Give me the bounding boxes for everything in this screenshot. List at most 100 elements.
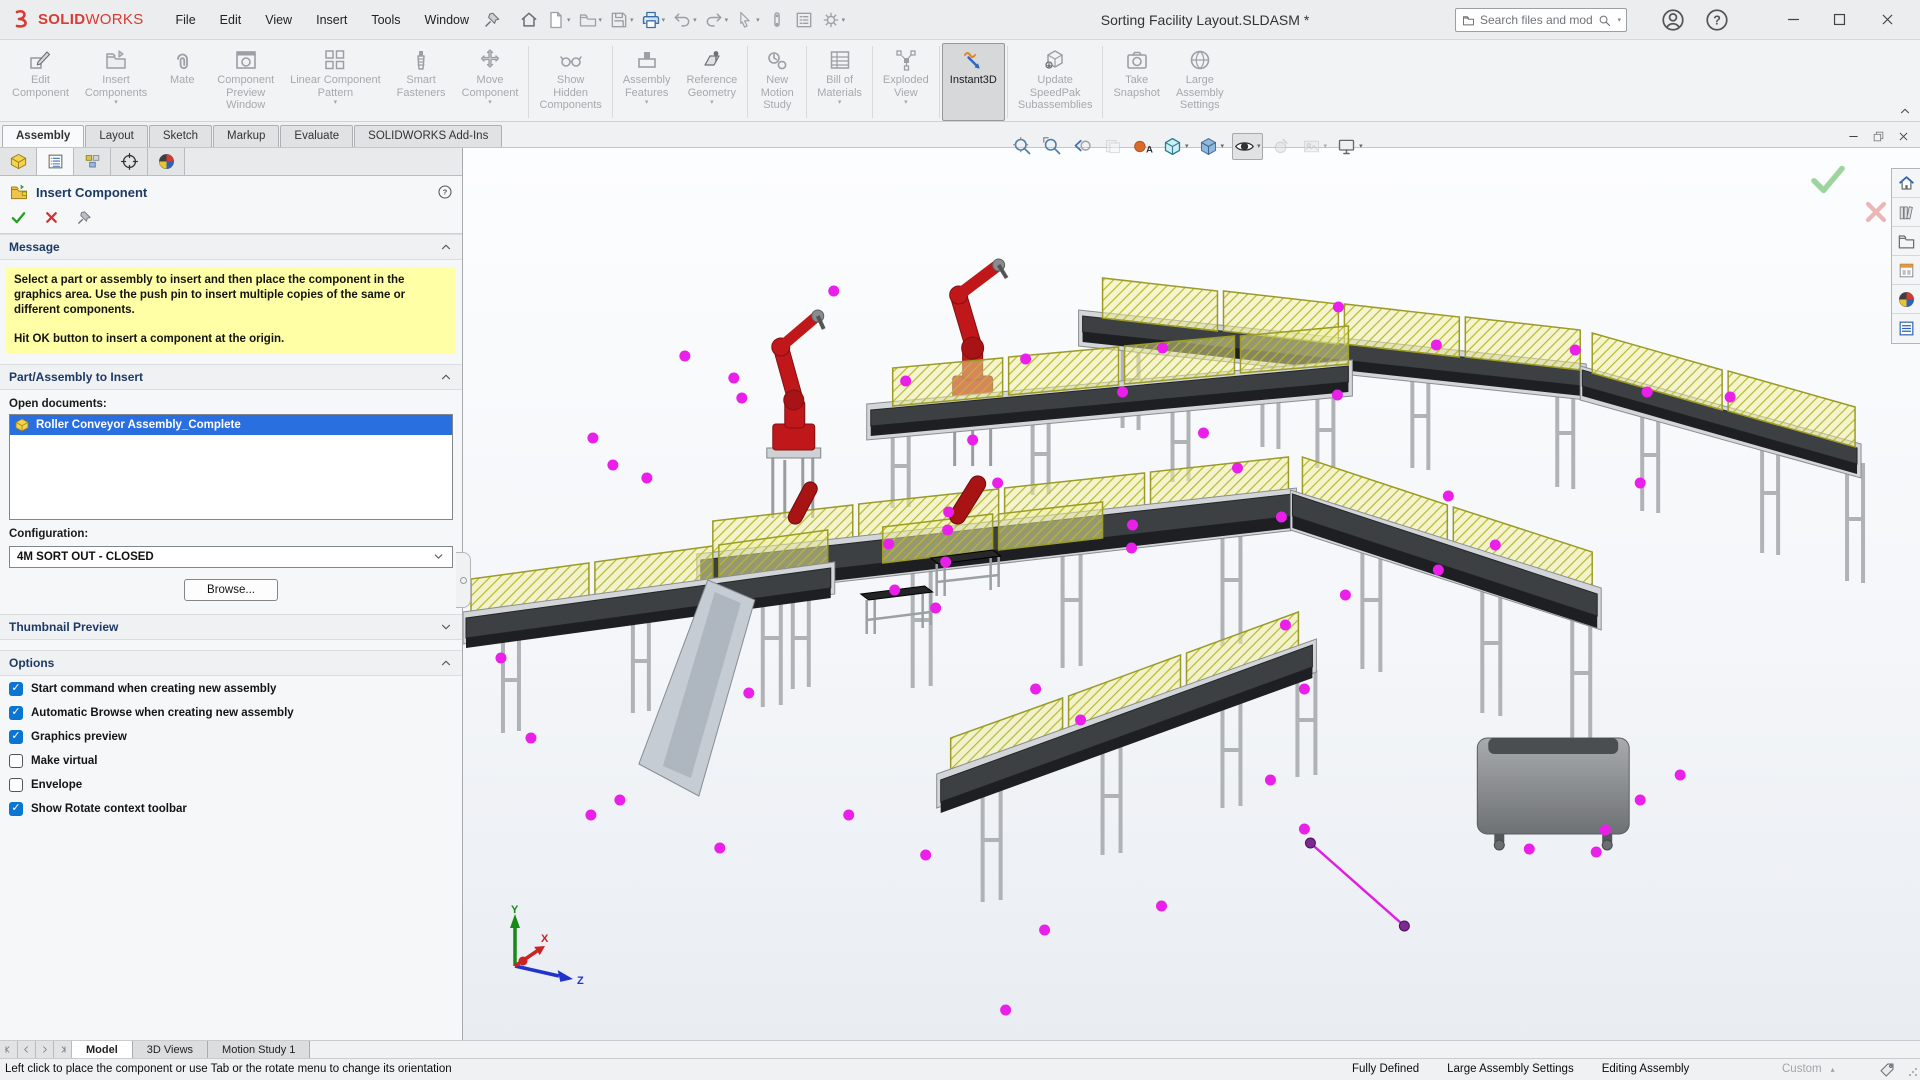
window-maximize-button[interactable]	[1824, 11, 1854, 29]
option-envelope[interactable]: Envelope	[9, 777, 453, 792]
cancel-button[interactable]	[43, 209, 60, 226]
status-custom-dropdown[interactable]: Custom ▴	[1782, 1063, 1835, 1075]
dropdown-caret[interactable]: ▾	[904, 99, 908, 107]
dimxpert-tab[interactable]	[111, 148, 148, 175]
confirmation-cancel-icon[interactable]	[1858, 196, 1894, 228]
dropdown-caret[interactable]: ▾	[710, 99, 714, 107]
edit-appearance-button[interactable]	[1270, 134, 1293, 159]
open-documents-list[interactable]: Roller Conveyor Assembly_Complete	[9, 413, 453, 520]
menu-view[interactable]: View	[255, 8, 302, 32]
display-manager-tab[interactable]	[148, 148, 185, 175]
tab-solidworks-add-ins[interactable]: SOLIDWORKS Add-Ins	[354, 125, 503, 147]
collapse-message-chevron[interactable]	[439, 240, 453, 254]
checkbox[interactable]: ✓	[9, 681, 23, 696]
dropdown-caret[interactable]: ▾	[725, 16, 729, 24]
checkbox[interactable]	[9, 777, 23, 792]
assembly-features-button[interactable]: Assembly Features ▾	[615, 43, 679, 121]
dropdown-caret[interactable]: ▾	[334, 99, 338, 107]
open-document-button[interactable]: ▾	[576, 8, 605, 32]
move-component-button[interactable]: Move Component ▾	[454, 43, 527, 121]
dropdown-caret[interactable]: ▾	[1257, 142, 1261, 150]
properties-button[interactable]	[792, 8, 816, 32]
stylus-button[interactable]	[765, 8, 789, 32]
view-orientation-button[interactable]: ▾	[1161, 134, 1190, 159]
zoom-to-area-button[interactable]	[1041, 134, 1064, 159]
tab-first-button[interactable]	[0, 1041, 18, 1058]
search-input[interactable]	[1480, 13, 1594, 27]
section-view-button[interactable]	[1101, 134, 1124, 159]
menu-edit[interactable]: Edit	[210, 8, 252, 32]
previous-view-button[interactable]	[1071, 134, 1094, 159]
checkbox[interactable]: ✓	[9, 801, 23, 816]
status-custom-caret[interactable]: ▴	[1831, 1065, 1835, 1074]
search-icon[interactable]	[1597, 13, 1612, 28]
help-icon[interactable]: ?	[1704, 7, 1730, 33]
configuration-select-chevron[interactable]	[432, 550, 445, 563]
dropdown-caret[interactable]: ▾	[645, 99, 649, 107]
new-motion-study-button[interactable]: New Motion Study	[750, 43, 804, 121]
taskpane-design-library-tab[interactable]	[1892, 198, 1920, 227]
window-close-button[interactable]	[1872, 11, 1902, 29]
pm-help-icon[interactable]: ?	[437, 184, 453, 200]
graphics-area[interactable]: A ▾ ▾ ▾ ▾ ▾ Y Z X	[463, 132, 1920, 1040]
menu-insert[interactable]: Insert	[306, 8, 357, 32]
feature-manager-tab[interactable]	[0, 148, 37, 175]
dropdown-caret[interactable]: ▾	[1324, 142, 1328, 150]
option-make-virtual[interactable]: Make virtual	[9, 753, 453, 768]
tab-prev-button[interactable]	[18, 1041, 36, 1058]
dropdown-caret[interactable]: ▾	[630, 16, 634, 24]
dropdown-caret[interactable]: ▾	[599, 16, 603, 24]
update-speedpak-subassemblies-button[interactable]: Update SpeedPak Subassemblies	[1010, 43, 1101, 121]
dropdown-caret[interactable]: ▾	[567, 16, 571, 24]
large-assembly-settings-button[interactable]: Large Assembly Settings	[1168, 43, 1232, 121]
ok-button[interactable]	[10, 209, 27, 226]
open-document-item[interactable]: Roller Conveyor Assembly_Complete	[10, 414, 452, 435]
document-restore-button[interactable]	[1872, 130, 1885, 143]
checkbox[interactable]: ✓	[9, 705, 23, 720]
dropdown-caret[interactable]: ▾	[1221, 142, 1225, 150]
panel-splitter-handle[interactable]	[456, 552, 471, 608]
instant3d-button[interactable]: Instant3D	[941, 43, 1005, 121]
dropdown-caret[interactable]: ▾	[693, 16, 697, 24]
dropdown-caret[interactable]: ▾	[838, 99, 842, 107]
dropdown-caret[interactable]: ▾	[1185, 142, 1189, 150]
linear-component-pattern-button[interactable]: Linear Component Pattern ▾	[282, 43, 389, 121]
dropdown-caret[interactable]: ▾	[756, 16, 760, 24]
window-minimize-button[interactable]	[1778, 11, 1808, 29]
checkbox[interactable]	[9, 753, 23, 768]
home-button[interactable]	[517, 8, 541, 32]
zoom-to-fit-button[interactable]	[1011, 134, 1034, 159]
dropdown-caret[interactable]: ▾	[488, 99, 492, 107]
option-start-command-when-creating-new-assembly[interactable]: ✓ Start command when creating new assembl…	[9, 681, 453, 696]
expand-thumbnail-chevron[interactable]	[439, 620, 453, 634]
taskpane-appearances-tab[interactable]	[1892, 285, 1920, 314]
property-manager-tab[interactable]	[37, 148, 74, 175]
smart-fasteners-button[interactable]: Smart Fasteners	[389, 43, 454, 121]
collapse-part-assembly-chevron[interactable]	[439, 370, 453, 384]
menu-window[interactable]: Window	[415, 8, 479, 32]
collapse-options-chevron[interactable]	[439, 656, 453, 670]
tag-icon[interactable]	[1878, 1061, 1896, 1079]
tab-markup[interactable]: Markup	[213, 125, 280, 147]
take-snapshot-button[interactable]: Take Snapshot	[1105, 43, 1167, 121]
redo-button[interactable]: ▾	[702, 8, 731, 32]
keep-visible-pin-button[interactable]	[76, 209, 93, 226]
bill-of-materials-button[interactable]: Bill of Materials ▾	[809, 43, 870, 121]
tab-next-button[interactable]	[36, 1041, 54, 1058]
option-graphics-preview[interactable]: ✓ Graphics preview	[9, 729, 453, 744]
browse-button[interactable]: Browse...	[184, 578, 278, 601]
pin-menu-icon[interactable]	[483, 11, 501, 29]
tab-layout[interactable]: Layout	[85, 125, 148, 147]
menu-tools[interactable]: Tools	[361, 8, 410, 32]
exploded-view-button[interactable]: Exploded View ▾	[875, 43, 937, 121]
document-minimize-button[interactable]	[1847, 130, 1860, 143]
dropdown-caret[interactable]: ▾	[114, 99, 118, 107]
taskpane-file-explorer-tab[interactable]	[1892, 227, 1920, 256]
dropdown-caret[interactable]: ▾	[1359, 142, 1363, 150]
option-automatic-browse-when-creating-new-assembly[interactable]: ✓ Automatic Browse when creating new asse…	[9, 705, 453, 720]
reference-geometry-button[interactable]: Reference Geometry ▾	[679, 43, 746, 121]
edit-component-button[interactable]: Edit Component	[4, 43, 77, 121]
collapse-ribbon-button[interactable]	[1898, 104, 1912, 118]
dropdown-caret[interactable]: ▾	[842, 16, 846, 24]
display-style-button[interactable]: ▾	[1197, 134, 1226, 159]
